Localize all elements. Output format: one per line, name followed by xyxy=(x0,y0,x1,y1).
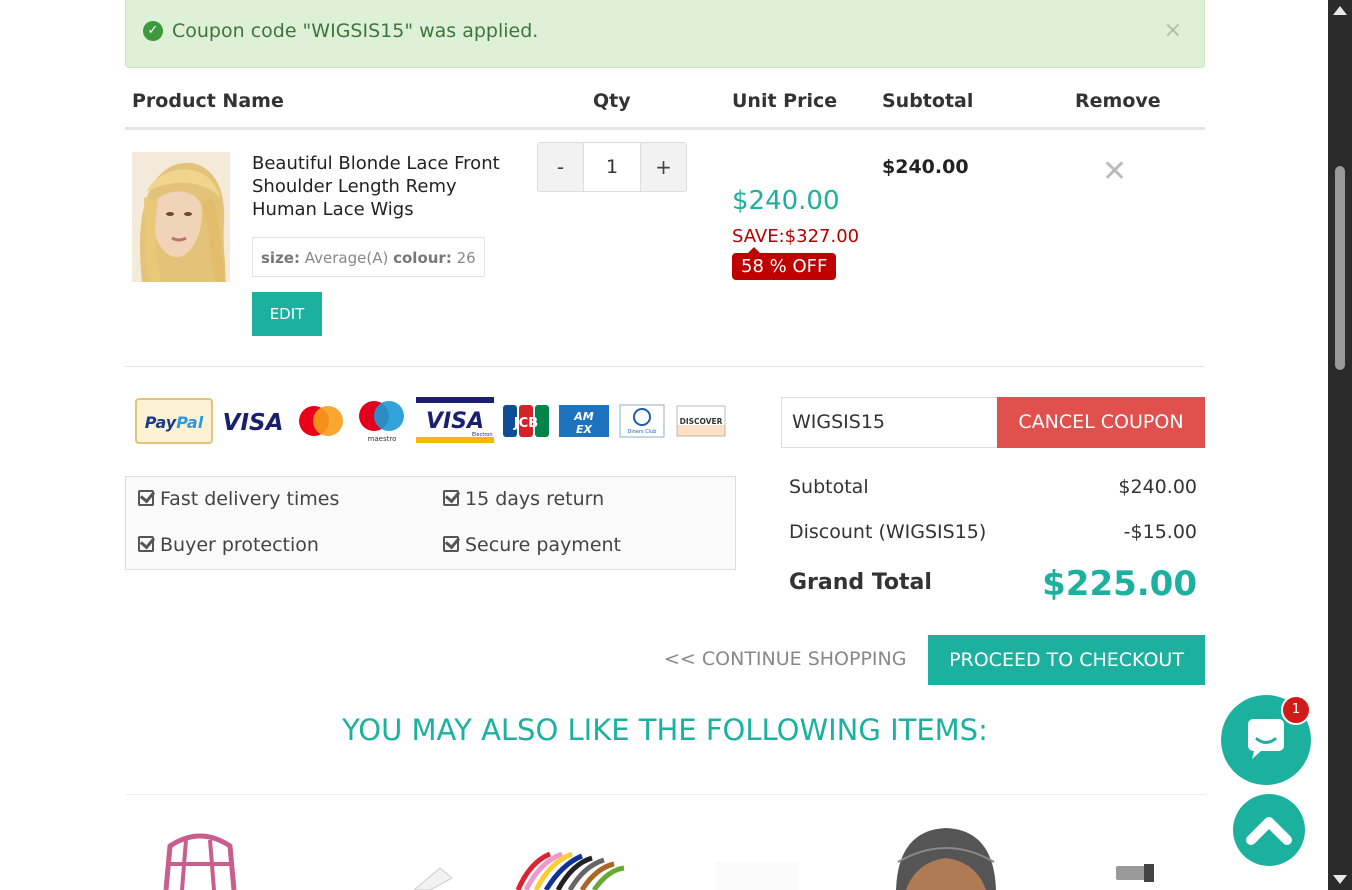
feature-item: Secure payment xyxy=(443,534,621,556)
recommended-product-image[interactable] xyxy=(876,822,1016,890)
scroll-down-arrow-icon[interactable] xyxy=(1333,875,1347,884)
svg-text:VISA: VISA xyxy=(223,410,283,436)
svg-text:VISA: VISA xyxy=(426,409,484,434)
header-remove: Remove xyxy=(1075,90,1161,112)
grand-total-label: Grand Total xyxy=(789,570,932,595)
colour-value: 26 xyxy=(456,249,476,267)
unit-price: $240.00 xyxy=(732,186,840,216)
store-features: Fast delivery times 15 days return Buyer… xyxy=(125,476,736,570)
qty-input[interactable]: 1 xyxy=(583,143,641,191)
scrollbar-thumb[interactable] xyxy=(1335,166,1345,370)
size-value: Average(A) xyxy=(304,249,389,267)
svg-text:Electron: Electron xyxy=(472,432,493,438)
check-square-icon xyxy=(138,490,154,506)
page-scrollbar[interactable] xyxy=(1328,0,1352,890)
header-unit-price: Unit Price xyxy=(732,90,838,112)
feature-item: 15 days return xyxy=(443,488,604,510)
check-square-icon xyxy=(443,536,459,552)
colour-label: colour: xyxy=(393,249,452,267)
recommendations-title: YOU MAY ALSO LIKE THE FOLLOWING ITEMS: xyxy=(342,713,988,747)
visa-logo: VISA xyxy=(222,396,284,446)
payment-logos: PayPal VISA maestro VISA Electron JCB AM E… xyxy=(134,396,734,446)
mastercard-logo xyxy=(294,396,348,446)
recommended-product-image[interactable] xyxy=(160,832,240,890)
scroll-up-arrow-icon[interactable] xyxy=(1333,6,1347,15)
discount-badge: 58 % OFF xyxy=(732,247,837,280)
divider xyxy=(125,366,1205,367)
remove-item-icon[interactable]: ✕ xyxy=(1102,154,1127,189)
cancel-coupon-button[interactable]: CANCEL COUPON xyxy=(997,397,1205,448)
continue-shopping-link[interactable]: << CONTINUE SHOPPING xyxy=(664,648,906,670)
feature-item: Fast delivery times xyxy=(138,488,339,510)
qty-decrease-button[interactable]: - xyxy=(538,143,583,191)
divider xyxy=(125,794,1205,795)
edit-button[interactable]: EDIT xyxy=(252,292,322,336)
size-label: size: xyxy=(261,249,300,267)
close-alert-icon[interactable]: × xyxy=(1164,18,1182,43)
cart-table-header: Product Name Qty Unit Price Subtotal Rem… xyxy=(125,76,1205,130)
jcb-logo: JCB xyxy=(502,396,550,446)
alert-message: Coupon code "WIGSIS15" was applied. xyxy=(172,20,539,42)
maestro-logo: maestro xyxy=(356,396,408,446)
diners-club-logo: Diners Club xyxy=(618,396,666,446)
svg-text:DISCOVER: DISCOVER xyxy=(680,417,723,426)
svg-text:PayPal: PayPal xyxy=(145,413,204,432)
product-name-link[interactable]: Beautiful Blonde Lace Front Shoulder Len… xyxy=(252,152,512,221)
subtotal-label: Subtotal xyxy=(789,476,869,498)
quantity-stepper: - 1 + xyxy=(537,142,687,192)
chat-notification-badge: 1 xyxy=(1281,695,1311,725)
svg-text:AM: AM xyxy=(573,410,594,423)
back-to-top-button[interactable] xyxy=(1233,794,1305,866)
svg-text:EX: EX xyxy=(576,423,593,436)
discount-value: -$15.00 xyxy=(1123,521,1197,543)
amex-logo: AM EX xyxy=(558,396,610,446)
recommended-product-image[interactable] xyxy=(1110,858,1160,890)
discover-logo: DISCOVER xyxy=(674,396,728,446)
product-attributes: size: Average(A) colour: 26 xyxy=(252,237,485,277)
header-product-name: Product Name xyxy=(132,90,284,112)
svg-text:maestro: maestro xyxy=(368,435,397,443)
check-circle-icon: ✓ xyxy=(143,21,163,41)
qty-increase-button[interactable]: + xyxy=(641,143,686,191)
subtotal-value: $240.00 xyxy=(1118,476,1197,498)
check-square-icon xyxy=(138,536,154,552)
recommended-product-image[interactable] xyxy=(510,852,630,890)
proceed-to-checkout-button[interactable]: PROCEED TO CHECKOUT xyxy=(928,635,1205,685)
coupon-applied-alert: ✓ Coupon code "WIGSIS15" was applied. × xyxy=(125,0,1205,68)
header-subtotal: Subtotal xyxy=(882,90,974,112)
paypal-logo: PayPal xyxy=(134,396,214,446)
coupon-code-input[interactable]: WIGSIS15 xyxy=(781,397,998,448)
visa-electron-logo: VISA Electron xyxy=(416,396,494,446)
product-image[interactable] xyxy=(132,152,230,282)
header-qty: Qty xyxy=(593,90,631,112)
grand-total-value: $225.00 xyxy=(1042,564,1197,604)
svg-text:Diners Club: Diners Club xyxy=(628,429,657,435)
feature-item: Buyer protection xyxy=(138,534,319,556)
row-subtotal: $240.00 xyxy=(882,156,969,178)
recommended-product-image[interactable] xyxy=(712,858,802,890)
discount-label: Discount (WIGSIS15) xyxy=(789,521,987,543)
chevron-up-icon xyxy=(1246,817,1292,845)
recommended-product-image[interactable] xyxy=(410,860,460,890)
check-square-icon xyxy=(443,490,459,506)
save-amount: SAVE:$327.00 xyxy=(732,226,860,247)
svg-text:JCB: JCB xyxy=(513,416,538,431)
